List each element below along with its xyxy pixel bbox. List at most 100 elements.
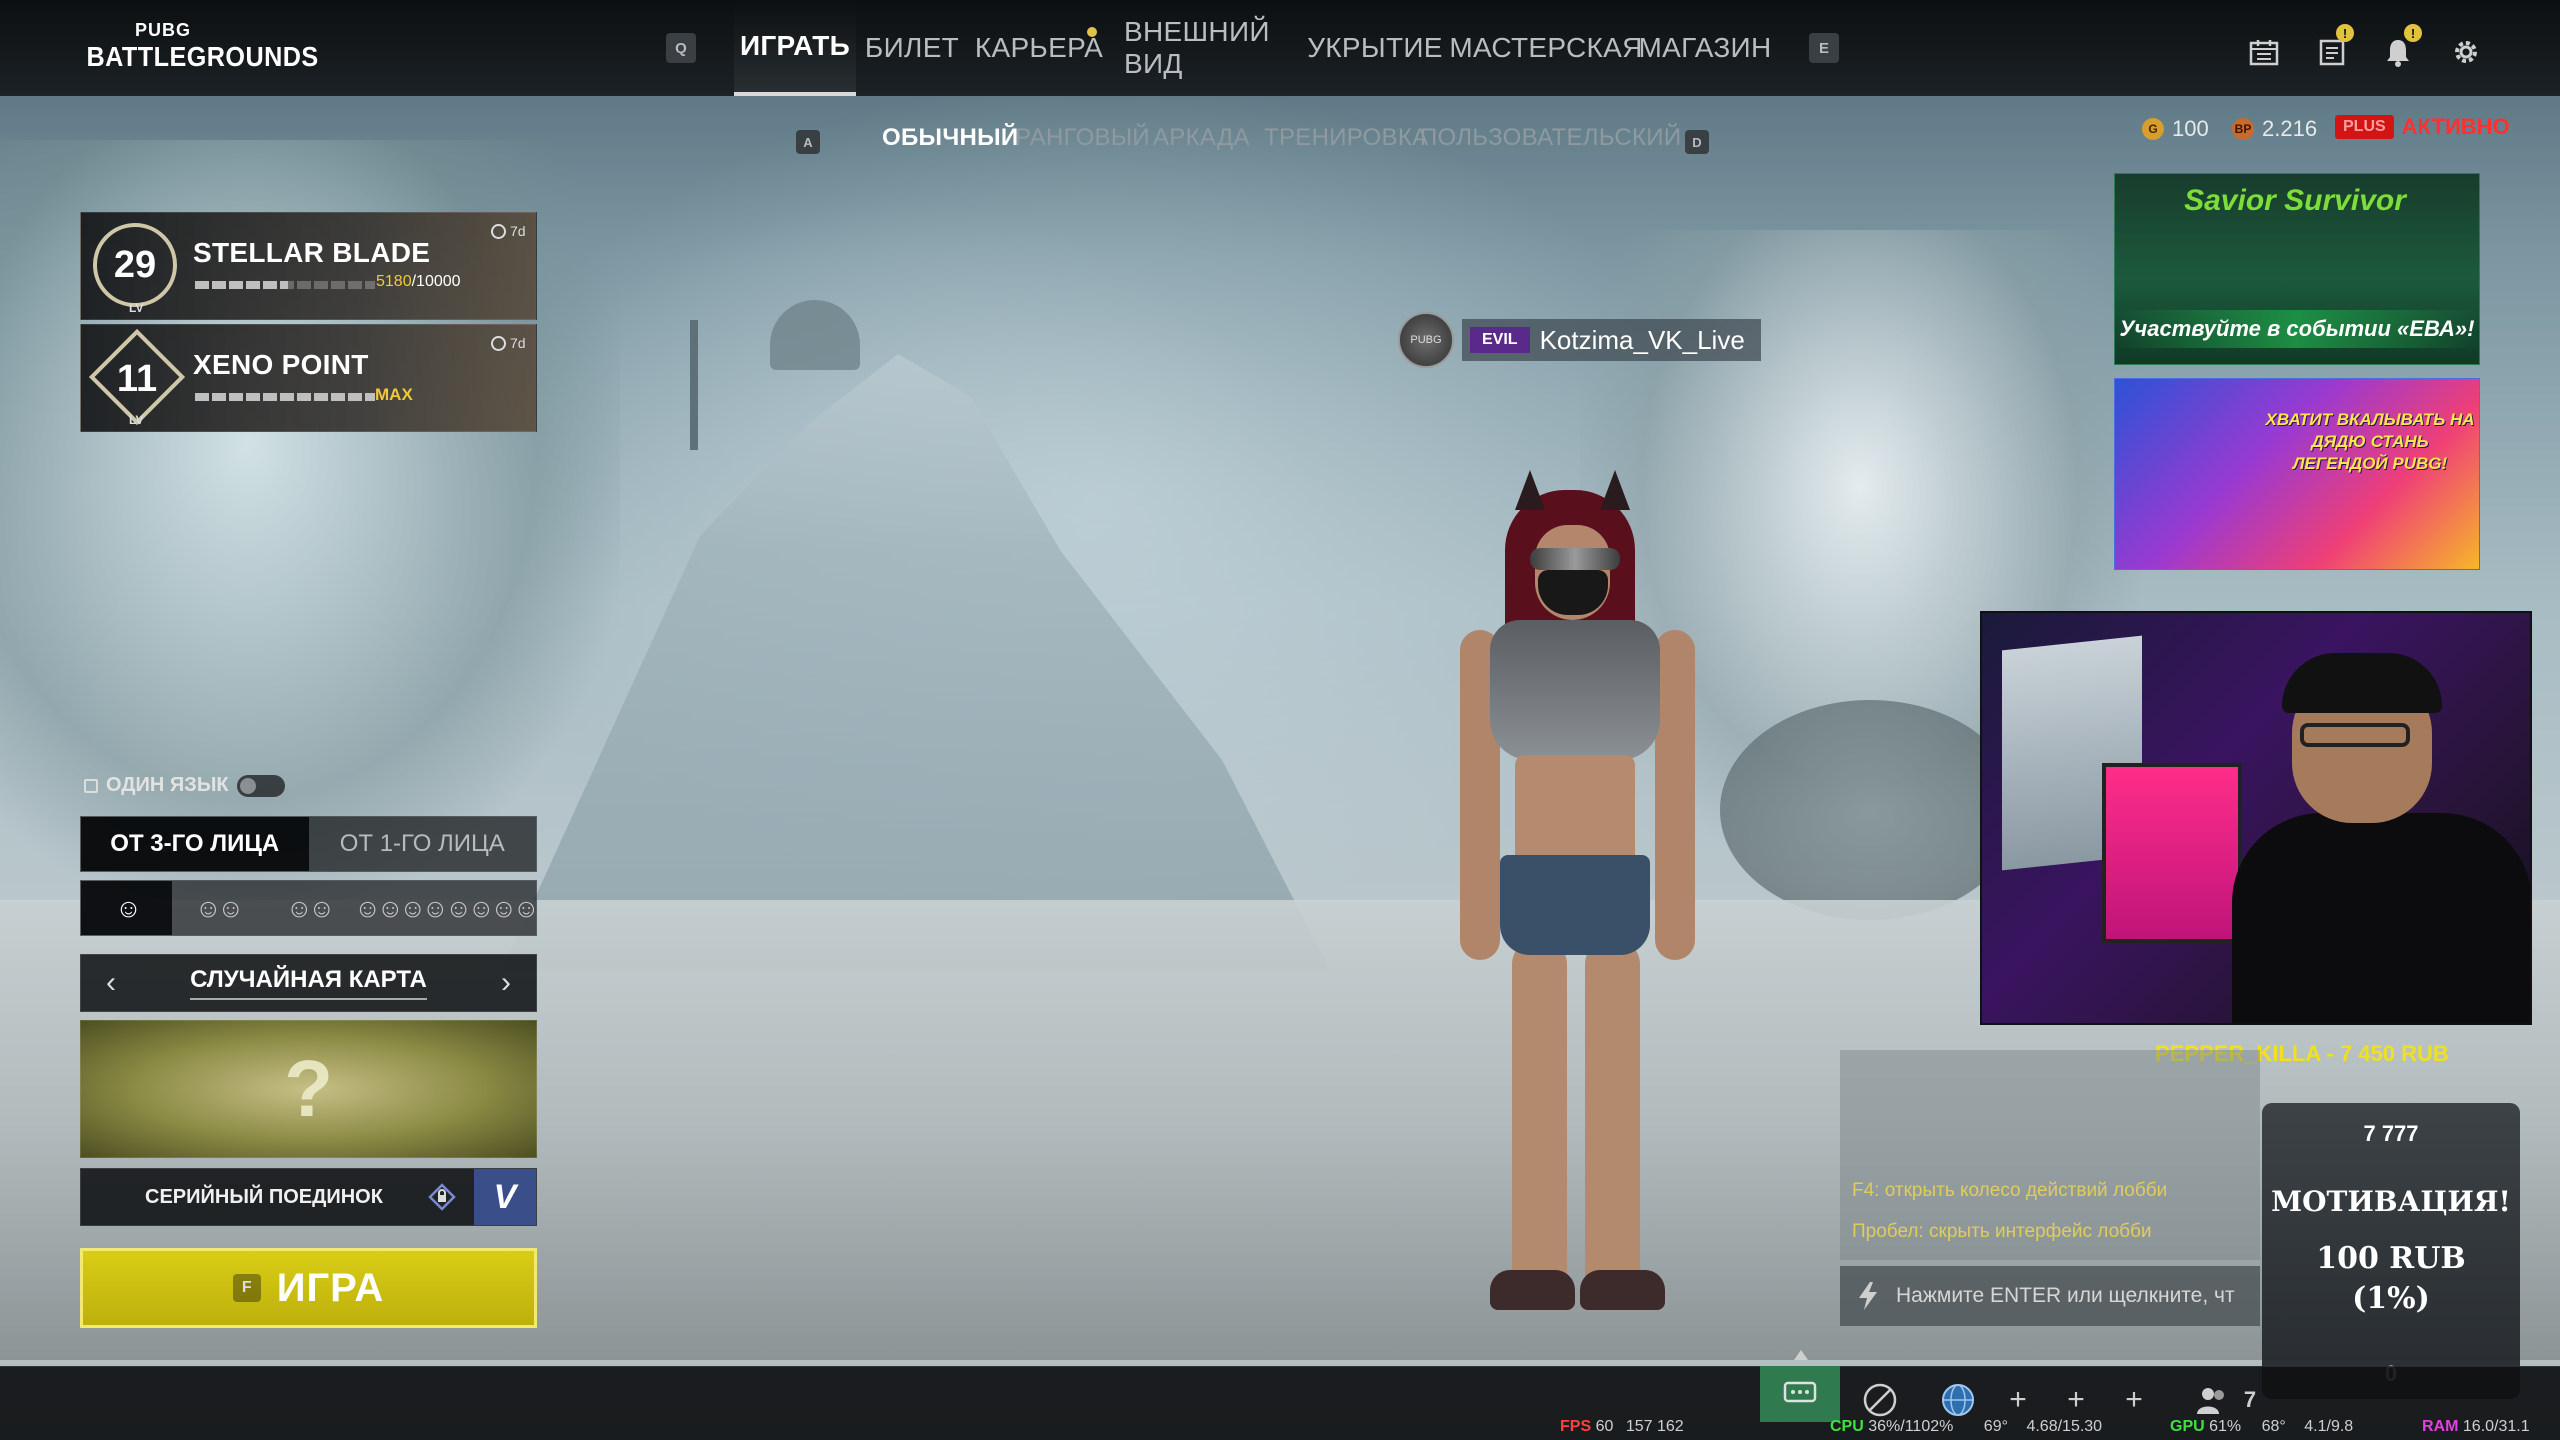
mode-tab-training[interactable]: ТРЕНИРОВКА: [1264, 124, 1428, 152]
cpu-label: CPU: [1830, 1418, 1864, 1435]
friends-count: 7: [2243, 1387, 2257, 1412]
squad-size-selector: ☺ ☺☺ ☺☺ ☺☺☺☺ ☺☺☺☺: [80, 880, 540, 936]
webcam-pc-case: [2102, 763, 2242, 943]
pass-progress-max: MAX: [375, 385, 413, 404]
bp-amount: 2.216: [2262, 116, 2318, 141]
map-name-text: СЛУЧАЙНАЯ КАРТА: [190, 966, 427, 1000]
chevron-right-icon[interactable]: ›: [476, 955, 536, 1011]
gpu-label: GPU: [2170, 1418, 2205, 1435]
plus-status-text: АКТИВНО: [2401, 114, 2510, 139]
bell-warning-badge: !: [2404, 24, 2422, 42]
add-friend-slot-3[interactable]: +: [2114, 1380, 2154, 1420]
bp-balance[interactable]: BP 2.216: [2232, 116, 2317, 142]
game-logo: PUBG BATTLEGROUNDS: [78, 20, 319, 80]
tab-shop[interactable]: МАГАЗИН: [1639, 0, 1772, 96]
clan-tag: EVIL: [1470, 327, 1530, 353]
gpu-temp: 68°: [2261, 1418, 2286, 1435]
webcam-person-glasses: [2300, 723, 2410, 747]
character-torso: [1515, 755, 1635, 865]
map-name: СЛУЧАЙНАЯ КАРТА: [141, 955, 476, 1011]
streamer-webcam: [1980, 611, 2532, 1025]
tab-play[interactable]: ИГРАТЬ: [734, 0, 856, 96]
cpu-value: 36%/1102%: [1868, 1418, 1954, 1435]
friends-icon[interactable]: [2192, 1380, 2232, 1420]
perspective-tpp[interactable]: ОТ 3-ГО ЛИЦА: [81, 817, 309, 871]
motivation-amount: 100 RUB (1%): [2262, 1239, 2520, 1319]
mode-tab-ranked[interactable]: РАНГОВЫЙ: [1015, 124, 1150, 152]
clock-icon: [491, 223, 506, 239]
pass-progress-total: /10000: [411, 273, 461, 290]
perf-gpu: GPU 61% 68° 4.1/9.8: [2170, 1418, 2353, 1436]
vram-value: 4.1/9.8: [2304, 1418, 2354, 1435]
event-cta: Участвуйте в событии «ЕВА»!: [2115, 310, 2479, 348]
squad-squad-icon[interactable]: ☺☺☺☺: [354, 881, 448, 935]
motivation-amount-value: 100 RUB: [2316, 1241, 2466, 1276]
squad-duo-fill-icon[interactable]: ☺☺: [263, 881, 354, 935]
one-language-toggle[interactable]: ОДИН ЯЗЫК: [84, 774, 285, 797]
motivation-goal: 7 777: [2363, 1121, 2419, 1146]
squad-squad-fill-icon[interactable]: ☺☺☺☺: [445, 881, 539, 935]
character-shorts: [1500, 855, 1650, 955]
tab-career[interactable]: КАРЬЕРА: [975, 0, 1103, 96]
player-character[interactable]: [1420, 470, 1740, 1330]
event-banner[interactable]: Savior Survivor Участвуйте в событии «ЕВ…: [2114, 173, 2480, 365]
character-shoe-left: [1490, 1270, 1575, 1310]
webcam-person-body: [2232, 813, 2530, 1023]
perspective-fpp[interactable]: ОТ 1-ГО ЛИЦА: [309, 817, 537, 871]
chevron-left-icon[interactable]: ‹: [81, 955, 141, 1011]
lock-icon: [84, 778, 98, 793]
perf-ram: RAM 16.0/31.1: [2422, 1418, 2530, 1436]
pass-progress-text: 5180/10000: [376, 273, 461, 291]
character-goggles: [1530, 548, 1620, 570]
mode-key-left: A: [796, 130, 820, 154]
series-duel-label: СЕРИЙНЫЙ ПОЕДИНОК: [145, 1185, 383, 1208]
promo-banner[interactable]: ХВАТИТ ВКАЛЫВАТЬ НА ДЯДЮ СТАНЬ ЛЕГЕНДОЙ …: [2114, 378, 2480, 570]
background-plane-wreck: [1720, 700, 2020, 920]
fps-label: FPS: [1560, 1418, 1592, 1435]
tab-ticket[interactable]: БИЛЕТ: [865, 0, 959, 96]
pass-card-stellar-blade[interactable]: 29 LV STELLAR BLADE 5180/10000 7d: [80, 212, 537, 320]
add-friend-slot-2[interactable]: +: [2056, 1380, 2096, 1420]
motivation-amount-percent: (1%): [2352, 1281, 2430, 1316]
character-ear-left: [1515, 470, 1545, 510]
character-leg-right: [1585, 940, 1640, 1300]
mode-tab-arcade[interactable]: АРКАДА: [1153, 124, 1250, 152]
tab-workshop[interactable]: МАСТЕРСКАЯ: [1449, 0, 1642, 96]
chat-input[interactable]: Нажмите ENTER или щелкните, чт: [1840, 1266, 2260, 1326]
player-name-tag[interactable]: PUBG EVIL Kotzima_VK_Live: [1398, 312, 1761, 368]
ram-label: RAM: [2422, 1418, 2459, 1435]
tab-appearance[interactable]: ВНЕШНИЙ ВИД: [1124, 0, 1286, 96]
play-button-label: ИГРА: [276, 1265, 385, 1310]
map-preview[interactable]: ?: [80, 1020, 537, 1158]
mode-key-right: D: [1685, 130, 1709, 154]
confirm-check-button[interactable]: V: [474, 1169, 536, 1225]
perf-fps: FPS 60 157 162: [1560, 1418, 1684, 1436]
hint-action-wheel: F4: открыть колесо действий лобби: [1852, 1180, 2168, 1201]
pass-title: XENO POINT: [193, 349, 369, 380]
mode-tab-custom[interactable]: ПОЛЬЗОВАТЕЛЬСКИЙ: [1420, 124, 1681, 152]
gpu-value: 61%: [2209, 1418, 2242, 1435]
mode-tab-normal[interactable]: ОБЫЧНЫЙ: [882, 124, 1018, 152]
play-button[interactable]: F ИГРА: [80, 1248, 537, 1328]
webcam-person-cap: [2282, 653, 2442, 713]
toggle-switch[interactable]: [236, 774, 285, 797]
chat-bubble-icon: [1783, 1381, 1817, 1403]
squad-duo-icon[interactable]: ☺☺: [172, 881, 263, 935]
compass-icon[interactable]: [1860, 1380, 1900, 1420]
add-friend-slot-1[interactable]: +: [1998, 1380, 2038, 1420]
series-duel-row[interactable]: СЕРИЙНЫЙ ПОЕДИНОК V: [80, 1168, 537, 1226]
event-logo: Savior Survivor: [2184, 184, 2406, 217]
tab-shelter[interactable]: УКРЫТИЕ: [1307, 0, 1442, 96]
squad-solo-icon[interactable]: ☺: [81, 881, 172, 935]
mem-value: 4.68/15.30: [2026, 1418, 2103, 1435]
lock-diamond-icon: [410, 1169, 474, 1225]
character-ear-right: [1600, 470, 1630, 510]
map-selector: ‹ СЛУЧАЙНАЯ КАРТА ›: [80, 954, 537, 1012]
pass-card-xeno-point[interactable]: 11 LV XENO POINT MAX 7d: [80, 324, 537, 432]
chat-toggle-button[interactable]: [1760, 1350, 1840, 1422]
gear-icon[interactable]: [2444, 30, 2488, 74]
g-coin-balance[interactable]: G 100: [2142, 116, 2209, 142]
plus-status[interactable]: PLUS АКТИВНО: [2335, 114, 2510, 140]
region-globe-icon[interactable]: [1938, 1380, 1978, 1420]
calendar-icon[interactable]: [2242, 30, 2286, 74]
